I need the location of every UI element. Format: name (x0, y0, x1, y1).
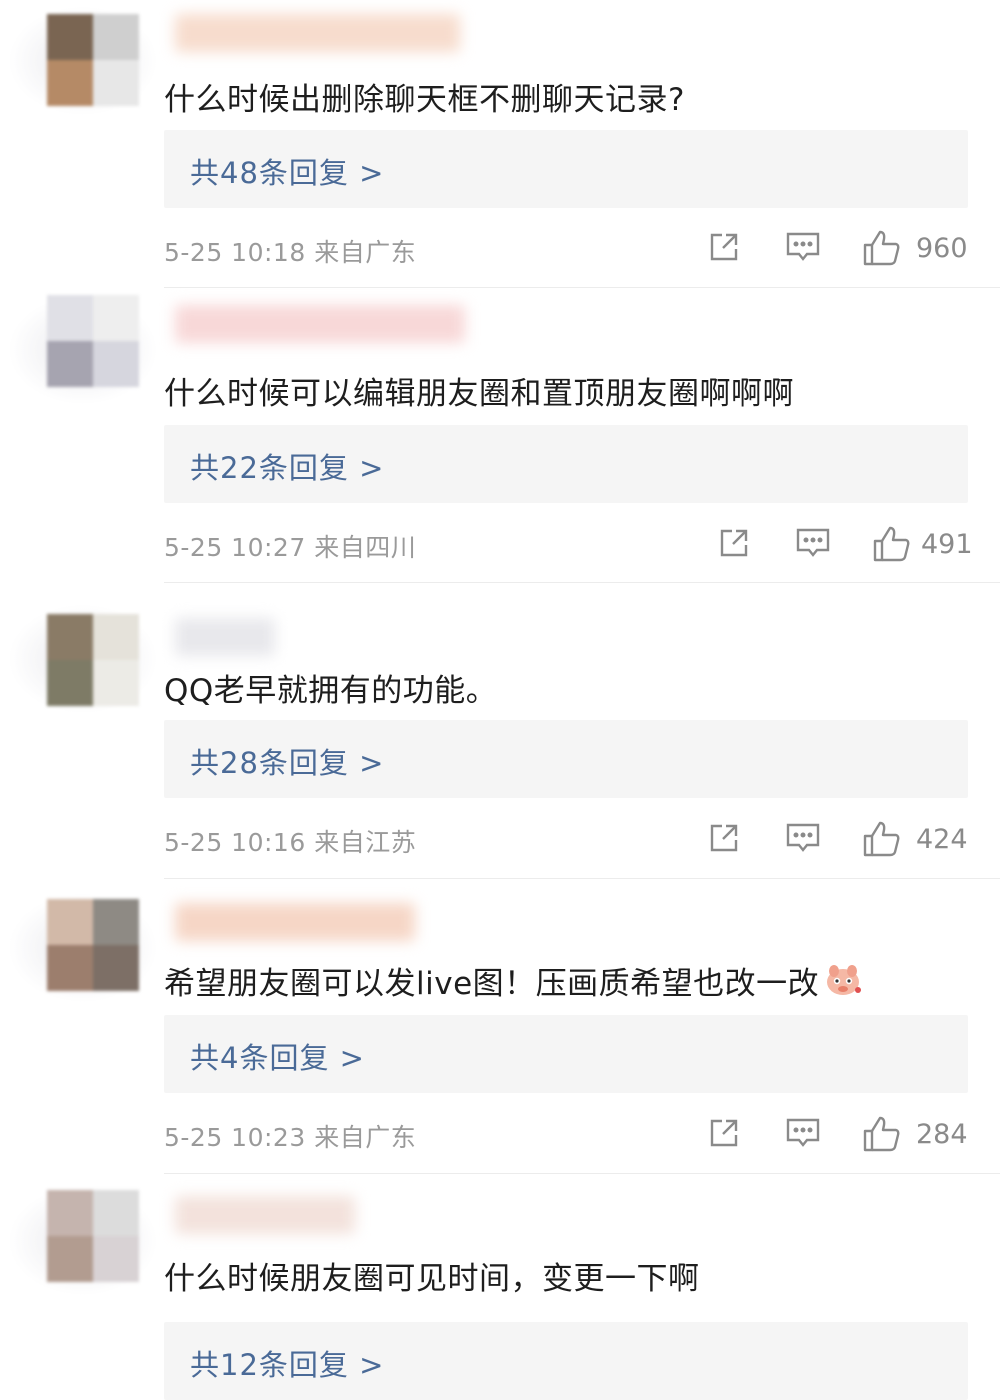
comment-button[interactable] (794, 525, 832, 561)
avatar[interactable] (47, 614, 139, 706)
replies-label: 共4条回复 > (190, 1041, 365, 1075)
comment-location: 来自江苏 (314, 828, 417, 857)
comment-meta: 5-25 10:23 来自广东 (164, 1118, 416, 1154)
comment-time: 5-25 10:27 (164, 533, 306, 562)
like-icon (863, 1116, 900, 1152)
like-button[interactable] (872, 525, 912, 563)
comment-text: 希望朋友圈可以发live图！压画质希望也改一改 (164, 958, 863, 1003)
comment-time: 5-25 10:18 (164, 238, 306, 267)
comment-time: 5-25 10:23 (164, 1123, 306, 1152)
divider (164, 287, 1000, 288)
comment-icon (786, 823, 820, 852)
comment-meta: 5-25 10:16 来自江苏 (164, 823, 416, 859)
view-replies-button[interactable]: 共12条回复 > (164, 1322, 968, 1400)
avatar-pixel (93, 1190, 139, 1236)
avatar-pixel (47, 1236, 93, 1282)
avatar-pixel (93, 945, 139, 991)
comment-icon (786, 1118, 820, 1147)
comment-meta: 5-25 10:27 来自四川 (164, 528, 416, 564)
comment-icon (796, 528, 830, 557)
username-blurred[interactable] (175, 305, 465, 343)
avatar-pixel (93, 14, 139, 60)
share-button[interactable] (716, 525, 752, 561)
replies-label: 共22条回复 > (190, 451, 385, 485)
view-replies-button[interactable]: 共4条回复 > (164, 1015, 968, 1093)
comment-button[interactable] (784, 820, 822, 856)
share-icon (710, 824, 738, 852)
avatar-pixel (47, 341, 93, 387)
avatar-pixel (47, 60, 93, 106)
avatar-pixel (47, 1190, 93, 1236)
share-button[interactable] (706, 1115, 742, 1151)
replies-label: 共48条回复 > (190, 156, 385, 190)
comment-actions: 284 (706, 1115, 968, 1155)
comment-text: 什么时候朋友圈可见时间，变更一下啊 (164, 1261, 700, 1297)
divider (164, 1173, 1000, 1174)
comment-meta: 5-25 10:18 来自广东 (164, 233, 416, 269)
avatar-pixel (93, 660, 139, 706)
avatar[interactable] (47, 295, 139, 387)
share-button[interactable] (706, 229, 742, 265)
like-icon (863, 821, 900, 857)
share-button[interactable] (706, 820, 742, 856)
avatar-pixel (93, 60, 139, 106)
comment-location: 来自广东 (314, 238, 417, 267)
avatar[interactable] (47, 899, 139, 991)
avatar-pixel (93, 614, 139, 660)
avatar[interactable] (47, 14, 139, 106)
like-button[interactable] (862, 820, 902, 858)
comment-text: QQ老早就拥有的功能。 (164, 673, 498, 709)
avatar-pixel (93, 899, 139, 945)
like-icon (863, 230, 900, 266)
comment-time: 5-25 10:16 (164, 828, 306, 857)
view-replies-button[interactable]: 共22条回复 > (164, 425, 968, 503)
avatar-pixel (47, 899, 93, 945)
avatar-pixel (47, 660, 93, 706)
comment-text: 什么时候出删除聊天框不删聊天记录? (164, 82, 685, 118)
avatar-pixel (47, 614, 93, 660)
comment-actions: 424 (706, 820, 968, 860)
pig-emoji-icon (827, 965, 862, 995)
like-count: 960 (916, 233, 968, 264)
username-blurred[interactable] (175, 14, 460, 52)
view-replies-button[interactable]: 共28条回复 > (164, 720, 968, 798)
avatar[interactable] (47, 1190, 139, 1282)
share-icon (710, 1119, 738, 1147)
avatar-pixel (47, 295, 93, 341)
divider (164, 878, 1000, 879)
share-icon (710, 233, 738, 261)
view-replies-button[interactable]: 共48条回复 > (164, 130, 968, 208)
share-icon (720, 529, 748, 557)
username-blurred[interactable] (175, 618, 275, 656)
like-icon (873, 526, 910, 562)
like-button[interactable] (862, 1115, 902, 1153)
comment-button[interactable] (784, 1115, 822, 1151)
avatar-pixel (93, 341, 139, 387)
avatar-pixel (47, 945, 93, 991)
like-count: 284 (916, 1119, 968, 1150)
comment-button[interactable] (784, 229, 822, 265)
divider (164, 582, 1000, 583)
comment-actions: 491 (716, 525, 973, 565)
like-count: 424 (916, 824, 968, 855)
avatar-pixel (93, 1236, 139, 1282)
avatar-pixel (47, 14, 93, 60)
comment-text: 什么时候可以编辑朋友圈和置顶朋友圈啊啊啊 (164, 376, 794, 412)
username-blurred[interactable] (175, 903, 415, 941)
username-blurred[interactable] (175, 1196, 355, 1234)
comment-location: 来自广东 (314, 1123, 417, 1152)
like-button[interactable] (862, 229, 902, 267)
avatar-pixel (93, 295, 139, 341)
like-count: 491 (921, 529, 973, 560)
replies-label: 共28条回复 > (190, 746, 385, 780)
comment-location: 来自四川 (314, 533, 417, 562)
comment-actions: 960 (706, 229, 968, 269)
comment-icon (786, 232, 820, 261)
comment-text-content: 希望朋友圈可以发live图！压画质希望也改一改 (164, 966, 820, 1002)
replies-label: 共12条回复 > (190, 1348, 385, 1382)
